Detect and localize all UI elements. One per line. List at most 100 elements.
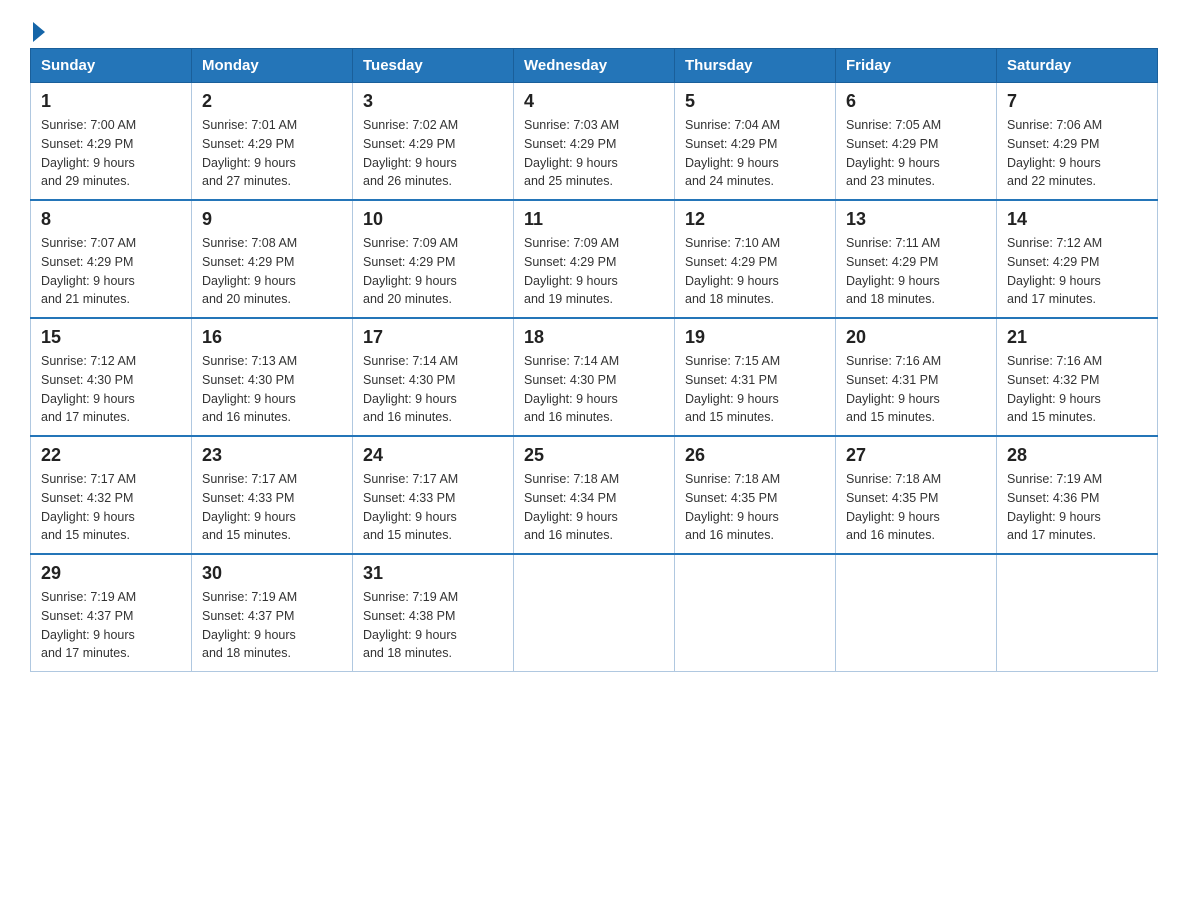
- day-info: Sunrise: 7:02 AMSunset: 4:29 PMDaylight:…: [363, 116, 503, 191]
- header-tuesday: Tuesday: [353, 49, 514, 83]
- day-info: Sunrise: 7:14 AMSunset: 4:30 PMDaylight:…: [524, 352, 664, 427]
- day-info: Sunrise: 7:19 AMSunset: 4:36 PMDaylight:…: [1007, 470, 1147, 545]
- day-info: Sunrise: 7:15 AMSunset: 4:31 PMDaylight:…: [685, 352, 825, 427]
- calendar-cell: 18 Sunrise: 7:14 AMSunset: 4:30 PMDayligh…: [514, 318, 675, 436]
- calendar-cell: [836, 554, 997, 672]
- calendar-cell: 20Sunrise: 7:16 AMSunset: 4:31 PMDayligh…: [836, 318, 997, 436]
- day-number: 19: [685, 327, 825, 348]
- calendar-cell: 19 Sunrise: 7:15 AMSunset: 4:31 PMDayligh…: [675, 318, 836, 436]
- calendar-cell: 9 Sunrise: 7:08 AMSunset: 4:29 PMDaylight…: [192, 200, 353, 318]
- header-sunday: Sunday: [31, 49, 192, 83]
- day-info: Sunrise: 7:19 AMSunset: 4:37 PMDaylight:…: [202, 588, 342, 663]
- calendar-cell: [997, 554, 1158, 672]
- day-info: Sunrise: 7:11 AMSunset: 4:29 PMDaylight:…: [846, 234, 986, 309]
- day-number: 13: [846, 209, 986, 230]
- week-row-4: 22Sunrise: 7:17 AMSunset: 4:32 PMDayligh…: [31, 436, 1158, 554]
- day-info: Sunrise: 7:06 AMSunset: 4:29 PMDaylight:…: [1007, 116, 1147, 191]
- calendar-cell: [514, 554, 675, 672]
- header-wednesday: Wednesday: [514, 49, 675, 83]
- calendar-cell: 10 Sunrise: 7:09 AMSunset: 4:29 PMDayligh…: [353, 200, 514, 318]
- day-info: Sunrise: 7:05 AMSunset: 4:29 PMDaylight:…: [846, 116, 986, 191]
- day-info: Sunrise: 7:08 AMSunset: 4:29 PMDaylight:…: [202, 234, 342, 309]
- day-number: 24: [363, 445, 503, 466]
- day-number: 15: [41, 327, 181, 348]
- day-number: 27: [846, 445, 986, 466]
- day-number: 30: [202, 563, 342, 584]
- day-number: 1: [41, 91, 181, 112]
- week-row-1: 1 Sunrise: 7:00 AMSunset: 4:29 PMDaylight…: [31, 83, 1158, 201]
- logo-triangle-icon: [33, 22, 45, 42]
- day-number: 3: [363, 91, 503, 112]
- header-monday: Monday: [192, 49, 353, 83]
- day-info: Sunrise: 7:00 AMSunset: 4:29 PMDaylight:…: [41, 116, 181, 191]
- calendar-cell: 12 Sunrise: 7:10 AMSunset: 4:29 PMDayligh…: [675, 200, 836, 318]
- page-header: [30, 20, 1158, 38]
- day-info: Sunrise: 7:09 AMSunset: 4:29 PMDaylight:…: [363, 234, 503, 309]
- calendar-cell: 22Sunrise: 7:17 AMSunset: 4:32 PMDayligh…: [31, 436, 192, 554]
- calendar-cell: 13 Sunrise: 7:11 AMSunset: 4:29 PMDayligh…: [836, 200, 997, 318]
- day-number: 28: [1007, 445, 1147, 466]
- calendar-cell: 2Sunrise: 7:01 AMSunset: 4:29 PMDaylight…: [192, 83, 353, 201]
- day-info: Sunrise: 7:19 AMSunset: 4:38 PMDaylight:…: [363, 588, 503, 663]
- day-info: Sunrise: 7:14 AMSunset: 4:30 PMDaylight:…: [363, 352, 503, 427]
- calendar-cell: 24 Sunrise: 7:17 AMSunset: 4:33 PMDayligh…: [353, 436, 514, 554]
- calendar-cell: 4 Sunrise: 7:03 AMSunset: 4:29 PMDaylight…: [514, 83, 675, 201]
- day-info: Sunrise: 7:04 AMSunset: 4:29 PMDaylight:…: [685, 116, 825, 191]
- calendar-cell: 3 Sunrise: 7:02 AMSunset: 4:29 PMDaylight…: [353, 83, 514, 201]
- day-number: 2: [202, 91, 342, 112]
- calendar-cell: 15Sunrise: 7:12 AMSunset: 4:30 PMDayligh…: [31, 318, 192, 436]
- day-info: Sunrise: 7:18 AMSunset: 4:35 PMDaylight:…: [846, 470, 986, 545]
- calendar-cell: 6 Sunrise: 7:05 AMSunset: 4:29 PMDaylight…: [836, 83, 997, 201]
- day-info: Sunrise: 7:18 AMSunset: 4:34 PMDaylight:…: [524, 470, 664, 545]
- day-info: Sunrise: 7:19 AMSunset: 4:37 PMDaylight:…: [41, 588, 181, 663]
- week-row-5: 29 Sunrise: 7:19 AMSunset: 4:37 PMDayligh…: [31, 554, 1158, 672]
- day-info: Sunrise: 7:18 AMSunset: 4:35 PMDaylight:…: [685, 470, 825, 545]
- day-number: 7: [1007, 91, 1147, 112]
- day-info: Sunrise: 7:12 AMSunset: 4:29 PMDaylight:…: [1007, 234, 1147, 309]
- day-number: 14: [1007, 209, 1147, 230]
- calendar-table: SundayMondayTuesdayWednesdayThursdayFrid…: [30, 48, 1158, 672]
- day-number: 25: [524, 445, 664, 466]
- calendar-cell: 27 Sunrise: 7:18 AMSunset: 4:35 PMDayligh…: [836, 436, 997, 554]
- day-number: 17: [363, 327, 503, 348]
- day-number: 18: [524, 327, 664, 348]
- calendar-cell: 21Sunrise: 7:16 AMSunset: 4:32 PMDayligh…: [997, 318, 1158, 436]
- day-number: 8: [41, 209, 181, 230]
- calendar-cell: 26Sunrise: 7:18 AMSunset: 4:35 PMDayligh…: [675, 436, 836, 554]
- day-number: 11: [524, 209, 664, 230]
- header-friday: Friday: [836, 49, 997, 83]
- calendar-cell: 5Sunrise: 7:04 AMSunset: 4:29 PMDaylight…: [675, 83, 836, 201]
- calendar-cell: 1 Sunrise: 7:00 AMSunset: 4:29 PMDaylight…: [31, 83, 192, 201]
- week-row-3: 15Sunrise: 7:12 AMSunset: 4:30 PMDayligh…: [31, 318, 1158, 436]
- day-number: 12: [685, 209, 825, 230]
- calendar-cell: 17 Sunrise: 7:14 AMSunset: 4:30 PMDayligh…: [353, 318, 514, 436]
- calendar-cell: 30 Sunrise: 7:19 AMSunset: 4:37 PMDayligh…: [192, 554, 353, 672]
- calendar-cell: 31Sunrise: 7:19 AMSunset: 4:38 PMDayligh…: [353, 554, 514, 672]
- week-row-2: 8 Sunrise: 7:07 AMSunset: 4:29 PMDaylight…: [31, 200, 1158, 318]
- calendar-cell: 25 Sunrise: 7:18 AMSunset: 4:34 PMDayligh…: [514, 436, 675, 554]
- day-info: Sunrise: 7:03 AMSunset: 4:29 PMDaylight:…: [524, 116, 664, 191]
- calendar-cell: 7 Sunrise: 7:06 AMSunset: 4:29 PMDaylight…: [997, 83, 1158, 201]
- days-header-row: SundayMondayTuesdayWednesdayThursdayFrid…: [31, 49, 1158, 83]
- day-number: 29: [41, 563, 181, 584]
- day-number: 6: [846, 91, 986, 112]
- calendar-cell: 28 Sunrise: 7:19 AMSunset: 4:36 PMDayligh…: [997, 436, 1158, 554]
- day-info: Sunrise: 7:17 AMSunset: 4:32 PMDaylight:…: [41, 470, 181, 545]
- calendar-cell: 14 Sunrise: 7:12 AMSunset: 4:29 PMDayligh…: [997, 200, 1158, 318]
- calendar-cell: 23Sunrise: 7:17 AMSunset: 4:33 PMDayligh…: [192, 436, 353, 554]
- calendar-cell: 16Sunrise: 7:13 AMSunset: 4:30 PMDayligh…: [192, 318, 353, 436]
- day-number: 23: [202, 445, 342, 466]
- day-number: 4: [524, 91, 664, 112]
- day-info: Sunrise: 7:10 AMSunset: 4:29 PMDaylight:…: [685, 234, 825, 309]
- day-info: Sunrise: 7:17 AMSunset: 4:33 PMDaylight:…: [363, 470, 503, 545]
- calendar-cell: 11Sunrise: 7:09 AMSunset: 4:29 PMDayligh…: [514, 200, 675, 318]
- day-number: 10: [363, 209, 503, 230]
- day-info: Sunrise: 7:07 AMSunset: 4:29 PMDaylight:…: [41, 234, 181, 309]
- header-saturday: Saturday: [997, 49, 1158, 83]
- calendar-cell: 8 Sunrise: 7:07 AMSunset: 4:29 PMDaylight…: [31, 200, 192, 318]
- header-thursday: Thursday: [675, 49, 836, 83]
- day-number: 20: [846, 327, 986, 348]
- logo: [30, 20, 45, 38]
- calendar-cell: 29 Sunrise: 7:19 AMSunset: 4:37 PMDayligh…: [31, 554, 192, 672]
- day-number: 9: [202, 209, 342, 230]
